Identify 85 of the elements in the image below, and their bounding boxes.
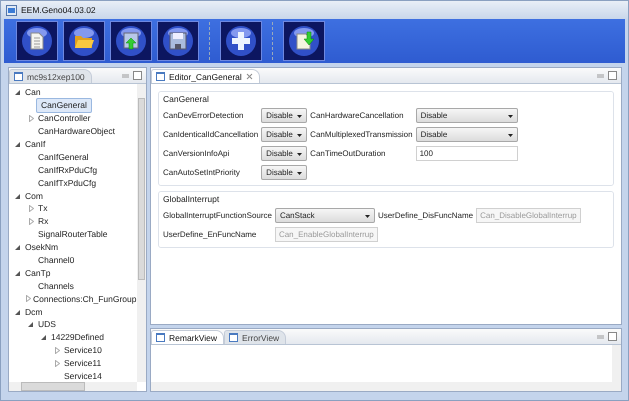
maximize-icon[interactable]	[133, 71, 142, 80]
expanded-triangle-icon[interactable]	[26, 321, 36, 328]
field-label: CanIdenticalIdCancellation	[163, 130, 258, 139]
view-tab[interactable]: RemarkView	[151, 330, 224, 344]
field-label: GlobalInterruptFunctionSource	[163, 211, 272, 220]
toolbar-button[interactable]	[63, 21, 105, 61]
field-label: CanAutoSetIntPriority	[163, 168, 241, 177]
expanded-triangle-icon[interactable]	[13, 89, 23, 96]
tree-item[interactable]: Service11	[62, 358, 104, 368]
tree-item[interactable]: CanTp	[23, 268, 53, 278]
expanded-triangle-icon[interactable]	[13, 192, 23, 199]
dropdown-arrow-icon[interactable]	[508, 134, 513, 137]
tree-item[interactable]: 14229Defined	[49, 332, 106, 342]
tree-item[interactable]: Connections:Ch_FunGroup	[31, 294, 137, 304]
tree-item[interactable]: CanGeneral	[36, 98, 92, 113]
dropdown[interactable]: Disable	[416, 127, 518, 142]
window-title: EEM.Geno04.03.02	[21, 5, 96, 15]
tree-item[interactable]: CanIf	[23, 139, 48, 149]
dropdown-arrow-icon[interactable]	[297, 172, 302, 175]
dropdown-arrow-icon[interactable]	[508, 115, 513, 118]
dropdown[interactable]: Disable	[416, 108, 518, 123]
scrollbar[interactable]	[612, 345, 621, 391]
dropdown-arrow-icon[interactable]	[297, 115, 302, 118]
field-label: CanTimeOutDuration	[310, 149, 386, 158]
maximize-icon[interactable]	[608, 332, 617, 341]
tree-item[interactable]: Service14	[62, 371, 104, 382]
view-tab[interactable]: ErrorView	[224, 330, 286, 344]
expanded-triangle-icon[interactable]	[13, 141, 23, 147]
field-label: CanHardwareCancellation	[310, 111, 405, 120]
dropdown[interactable]: Disable	[261, 165, 308, 180]
expanded-triangle-icon[interactable]	[13, 244, 23, 250]
toolbar-button[interactable]	[16, 21, 58, 61]
tree-item[interactable]: Com	[23, 190, 45, 201]
dropdown[interactable]: Disable	[261, 108, 308, 123]
group-title: CanGeneral	[163, 94, 210, 104]
tree-item[interactable]: SignalRouterTable	[36, 229, 110, 240]
dropdown[interactable]: Disable	[261, 146, 308, 161]
tree-item[interactable]: CanIfGeneral	[36, 152, 91, 162]
scrollbar[interactable]	[151, 382, 612, 391]
toolbar-button[interactable]	[110, 21, 152, 61]
close-icon[interactable]	[246, 73, 253, 80]
tree-item[interactable]: Tx	[36, 203, 50, 214]
tree-item[interactable]: Rx	[36, 216, 50, 226]
field-label: CanMultiplexedTransmission	[310, 130, 413, 139]
field-label: CanDevErrorDetection	[163, 111, 244, 120]
tree-item[interactable]: CanIfRxPduCfg	[36, 164, 100, 175]
tree-item[interactable]: CanController	[36, 113, 92, 124]
toolbar-button[interactable]	[220, 21, 262, 61]
panel-tab[interactable]: mc9s12xep100	[9, 69, 92, 83]
tree-item[interactable]: CanHardwareObject	[36, 126, 118, 136]
minimize-icon[interactable]	[597, 72, 605, 80]
tree-item[interactable]: Dcm	[23, 306, 44, 317]
document-arrow-icon	[296, 32, 314, 50]
app-icon	[6, 4, 17, 16]
document-icon	[30, 32, 44, 50]
expanded-triangle-icon[interactable]	[13, 270, 23, 276]
dropdown-arrow-icon[interactable]	[297, 153, 302, 156]
plus-icon	[232, 32, 250, 50]
dropdown-arrow-icon[interactable]	[297, 134, 302, 137]
tree-item[interactable]: Channels	[36, 280, 76, 291]
minimize-icon[interactable]	[122, 72, 130, 80]
expanded-triangle-icon[interactable]	[39, 334, 49, 340]
scrollbar[interactable]	[9, 382, 137, 391]
folder-icon	[75, 36, 94, 48]
toolbar-button[interactable]	[283, 21, 325, 61]
tree-item[interactable]: CanIfTxPduCfg	[36, 178, 98, 188]
tree-item[interactable]: Can	[23, 87, 43, 98]
field-label: UserDefine_DisFuncName	[378, 211, 474, 220]
toolbar-button[interactable]	[157, 21, 199, 61]
dropdown-arrow-icon[interactable]	[364, 215, 370, 218]
minimize-icon[interactable]	[597, 332, 605, 340]
field-label: CanVersionInfoApi	[163, 149, 230, 158]
editor-tab[interactable]: Editor_CanGeneral	[151, 69, 260, 83]
maximize-icon[interactable]	[608, 71, 617, 80]
dropdown[interactable]: CanStack	[274, 208, 375, 223]
tree-item[interactable]: UDS	[36, 319, 58, 330]
expanded-triangle-icon[interactable]	[13, 308, 23, 315]
scrollbar[interactable]	[137, 84, 146, 382]
group-title: GlobalInterrupt	[163, 194, 220, 204]
tree-item[interactable]: Service10	[62, 345, 104, 356]
tree-item[interactable]: OsekNm	[23, 242, 60, 252]
tree-item[interactable]: Channel0	[36, 255, 76, 266]
field-label: UserDefine_EnFuncName	[163, 230, 256, 239]
dropdown[interactable]: Disable	[261, 127, 308, 142]
input-field[interactable]: 100	[416, 146, 518, 161]
